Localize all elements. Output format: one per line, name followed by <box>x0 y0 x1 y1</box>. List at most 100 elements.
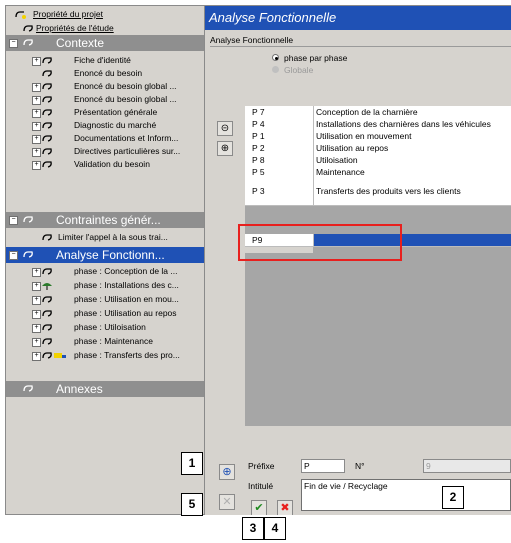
tree-item[interactable]: + phase : Utilisation en mou... <box>6 293 204 306</box>
expand-icon[interactable]: + <box>32 338 41 347</box>
tree-item[interactable]: + Validation du besoin <box>6 158 204 171</box>
collapse-icon[interactable]: − <box>9 39 18 48</box>
clear-button[interactable]: ✕ <box>219 494 235 510</box>
phase-name: Transferts des produits vers les clients <box>313 178 511 205</box>
expand-icon[interactable]: + <box>32 310 41 319</box>
expand-icon[interactable]: + <box>32 148 41 157</box>
hook-icon <box>23 25 33 32</box>
tree-item-label: Fiche d'identité <box>74 55 131 65</box>
collapse-icon[interactable]: − <box>9 216 18 225</box>
tree-item[interactable]: + Enoncé du besoin global ... <box>6 93 204 106</box>
tree-item[interactable]: + phase : Installations des c... <box>6 279 204 292</box>
callout-5: 5 <box>181 493 203 516</box>
tree-item-label: phase : Utilisation au repos <box>74 308 177 318</box>
intitule-field[interactable]: Fin de vie / Recyclage <box>301 479 511 511</box>
hook-icon <box>42 234 52 241</box>
tree-item[interactable]: Enoncé du besoin <box>6 67 204 80</box>
hook-icon <box>42 96 52 103</box>
expand-icon[interactable]: + <box>32 352 41 361</box>
hook-icon <box>42 352 52 359</box>
tree-section-label: Contraintes génér... <box>56 213 161 227</box>
expand-icon[interactable]: + <box>32 135 41 144</box>
tree-item[interactable]: + phase : Utiloisation <box>6 321 204 334</box>
tree-item[interactable]: + Présentation générale <box>6 106 204 119</box>
tree-section-analyse[interactable]: − Analyse Fonctionn... <box>6 247 204 263</box>
checkmark-icon: ✔ <box>254 502 264 514</box>
tree-item[interactable]: + phase : Maintenance <box>6 335 204 348</box>
tree-item-label: Enoncé du besoin global ... <box>74 94 177 104</box>
callout-2: 2 <box>442 486 464 509</box>
phase-name: Installations des charnières dans les vé… <box>313 118 511 130</box>
hook-icon <box>23 385 33 392</box>
hook-icon <box>42 109 52 116</box>
phase-code: P 8 <box>252 155 265 165</box>
left-arrow-icon: ⊝ <box>220 123 230 134</box>
number-field[interactable]: 9 <box>423 459 511 473</box>
hook-icon <box>42 148 52 155</box>
tree-item[interactable]: + phase : Conception de la ... <box>6 265 204 278</box>
phase-code: P 3 <box>252 186 265 196</box>
hook-icon <box>42 122 52 129</box>
prefix-field[interactable]: P <box>301 459 345 473</box>
prefix-label: Préfixe <box>248 461 275 471</box>
callout-4: 4 <box>264 517 286 540</box>
umbrella-icon <box>42 283 52 290</box>
panel-title: Analyse Fonctionnelle <box>205 6 511 30</box>
hook-icon <box>42 296 52 303</box>
phase-name: Maintenance <box>313 166 511 178</box>
tree-item[interactable]: + Fiche d'identité <box>6 54 204 67</box>
expand-icon[interactable]: + <box>32 296 41 305</box>
confirm-button[interactable]: ✔ <box>251 500 267 515</box>
tree-item-study-properties[interactable]: Propriétés de l'étude <box>6 22 204 35</box>
expand-icon[interactable]: + <box>32 161 41 170</box>
tree-item-label: Documentations et Inform... <box>74 133 179 143</box>
expand-icon[interactable]: + <box>32 109 41 118</box>
tree-item[interactable]: + Diagnostic du marché <box>6 119 204 132</box>
phase-table: P 7 Conception de la charnière P 4 Install… <box>245 106 511 426</box>
callout-1: 1 <box>181 452 203 475</box>
table-row[interactable]: P 3 Transferts des produits vers les clie… <box>245 178 511 206</box>
expand-icon[interactable]: + <box>32 96 41 105</box>
phase-code: P 2 <box>252 143 265 153</box>
phase-code: P 4 <box>252 119 265 129</box>
tree-item[interactable]: + Directives particulières sur... <box>6 145 204 158</box>
tree-item[interactable]: + Documentations et Inform... <box>6 132 204 145</box>
tree-panel: Propriété du projet Propriétés de l'étud… <box>5 5 205 515</box>
radio-label: Globale <box>284 65 314 75</box>
callout-3: 3 <box>242 517 264 540</box>
tree-item-label: Enoncé du besoin global ... <box>74 81 177 91</box>
move-right-button[interactable]: ⊕ <box>217 141 233 156</box>
hook-icon <box>42 310 52 317</box>
tree-item-label: Présentation générale <box>74 107 158 117</box>
expand-icon[interactable]: + <box>32 268 41 277</box>
expand-icon[interactable]: + <box>32 122 41 131</box>
tree-item-label: phase : Transferts des pro... <box>74 350 180 360</box>
tree-item[interactable]: Limiter l'appel à la sous trai... <box>6 231 204 244</box>
collapse-icon[interactable]: − <box>9 251 18 260</box>
tree-section-contraintes[interactable]: − Contraintes génér... <box>6 212 204 228</box>
move-left-button[interactable]: ⊝ <box>217 121 233 136</box>
tree-item[interactable]: + Enoncé du besoin global ... <box>6 80 204 93</box>
hook-icon <box>42 338 52 345</box>
phase-code: P 7 <box>252 107 265 117</box>
tree-section-contexte[interactable]: − Contexte <box>6 35 204 51</box>
radio-selected-icon <box>272 54 279 61</box>
tree-item-label: Validation du besoin <box>74 159 150 169</box>
add-button[interactable]: ⊕ <box>219 464 235 480</box>
tree-item-project-properties[interactable]: Propriété du projet <box>6 8 204 21</box>
cancel-button[interactable]: ✖ <box>277 500 293 515</box>
expand-icon[interactable]: + <box>32 324 41 333</box>
expand-icon[interactable]: + <box>32 57 41 66</box>
highlight-frame <box>238 224 402 261</box>
close-icon: ✕ <box>222 496 232 508</box>
tree-item[interactable]: + phase : Transferts des pro... <box>6 349 204 362</box>
hook-icon <box>42 268 52 275</box>
hook-icon <box>42 161 52 168</box>
expand-icon[interactable]: + <box>32 83 41 92</box>
tree-item-label: Propriété du projet <box>33 9 103 19</box>
tree-section-annexes[interactable]: Annexes <box>6 381 204 397</box>
tree-item[interactable]: + phase : Utilisation au repos <box>6 307 204 320</box>
hook-icon <box>23 216 33 223</box>
expand-icon[interactable]: + <box>32 282 41 291</box>
tree-item-label: phase : Utiloisation <box>74 322 146 332</box>
